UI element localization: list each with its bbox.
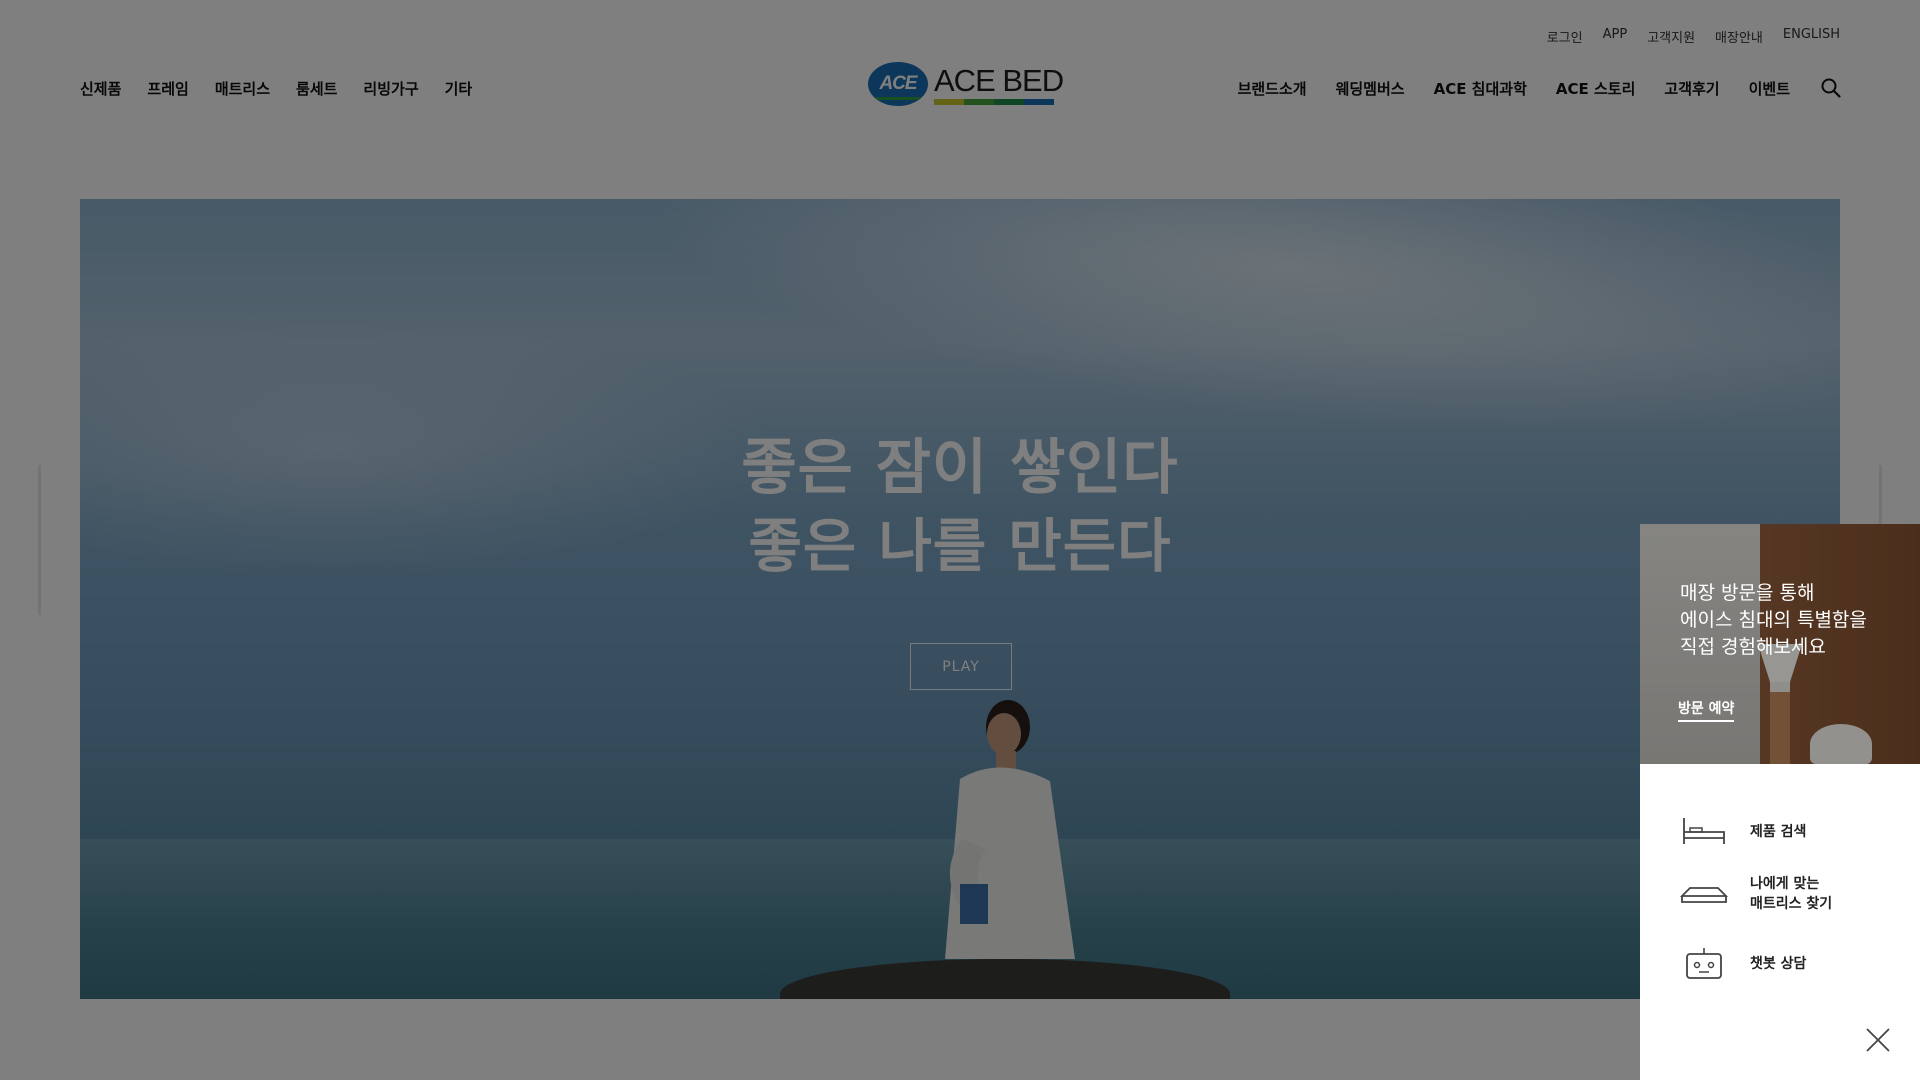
mattress-icon — [1680, 876, 1728, 912]
banner-line: 직접 경험해보세요 — [1680, 636, 1826, 658]
quick-menu-panel: 매장 방문을 통해 에이스 침대의 특별함을 직접 경험해보세요 방문 예약 제… — [1640, 524, 1920, 1080]
mattress-finder-label: 나에게 맞는 매트리스 찾기 — [1750, 874, 1832, 914]
mattress-finder-line: 매트리스 찾기 — [1750, 896, 1833, 912]
banner-line: 매장 방문을 통해 — [1680, 582, 1815, 604]
visit-reservation-button[interactable]: 방문 예약 — [1678, 698, 1735, 722]
store-visit-banner: 매장 방문을 통해 에이스 침대의 특별함을 직접 경험해보세요 방문 예약 — [1640, 524, 1920, 764]
close-icon[interactable] — [1864, 1026, 1892, 1054]
bed-icon — [1680, 814, 1728, 850]
chatbot-item[interactable]: 챗봇 상담 — [1680, 946, 1806, 982]
banner-line: 에이스 침대의 특별함을 — [1680, 609, 1867, 631]
chatbot-icon — [1680, 946, 1728, 982]
banner-text: 매장 방문을 통해 에이스 침대의 특별함을 직접 경험해보세요 — [1680, 580, 1867, 661]
mattress-finder-item[interactable]: 나에게 맞는 매트리스 찾기 — [1680, 874, 1832, 914]
product-search-label: 제품 검색 — [1750, 824, 1807, 840]
modal-overlay[interactable] — [0, 0, 1920, 1080]
product-search-item[interactable]: 제품 검색 — [1680, 814, 1806, 850]
mattress-finder-line: 나에게 맞는 — [1750, 876, 1820, 892]
chatbot-label: 챗봇 상담 — [1750, 956, 1807, 972]
